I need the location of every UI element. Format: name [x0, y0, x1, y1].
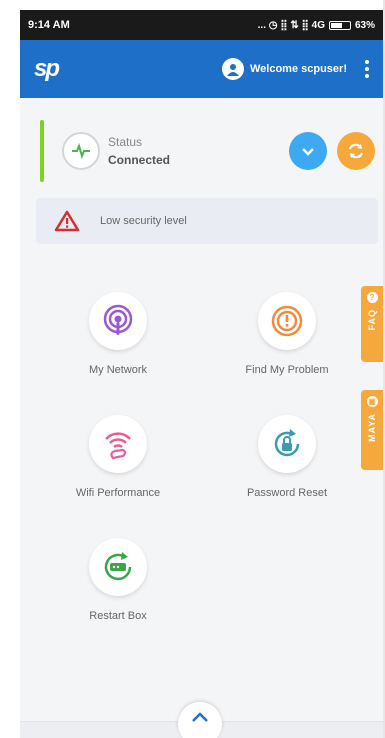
app-logo: sp	[34, 55, 60, 82]
faq-tab[interactable]: ? FAQ	[361, 286, 383, 362]
router-restart-icon	[104, 552, 132, 581]
question-icon: ?	[366, 292, 378, 303]
warning-icon	[54, 210, 80, 232]
status-value: Connected	[108, 153, 171, 167]
clock: 9:14 AM	[28, 19, 70, 31]
tile-label: Restart Box	[89, 610, 147, 622]
chat-icon: ▣	[366, 396, 378, 407]
tile-label: My Network	[88, 364, 148, 376]
wifi-performance-tile[interactable]: Wifi Performance	[48, 415, 188, 499]
tile-label: Wifi Performance	[75, 487, 161, 499]
status-label: Status	[108, 135, 143, 149]
system-status-bar: 9:14 AM ... ◷ ⣿ ⇅ ⣿ 4G 63%	[20, 10, 383, 40]
chevron-up-icon	[192, 712, 208, 722]
wifi-performance-icon-circle	[89, 415, 147, 473]
my-network-icon-circle	[89, 292, 147, 350]
chevron-down-icon	[302, 148, 314, 156]
restart-box-tile[interactable]: Restart Box	[48, 538, 188, 622]
restart-box-icon-circle	[89, 538, 147, 596]
search-alert-icon	[271, 305, 303, 337]
faq-label: FAQ	[367, 309, 377, 331]
expand-up-button[interactable]	[178, 702, 222, 738]
battery-icon	[328, 20, 351, 30]
tile-label: Password Reset	[246, 487, 328, 499]
warning-text: Low security level	[100, 215, 187, 227]
pulse-icon	[62, 132, 100, 170]
wifi-hand-icon	[105, 432, 131, 460]
find-my-problem-tile[interactable]: Find My Problem	[217, 292, 357, 376]
refresh-button[interactable]	[337, 132, 375, 170]
welcome-text: Welcome scpuser!	[249, 63, 347, 75]
maya-label: MAYA	[367, 413, 377, 442]
tile-label: Find My Problem	[245, 364, 329, 376]
lock-reset-icon	[274, 429, 300, 457]
password-reset-icon-circle	[258, 415, 316, 473]
signal-indicators: ... ◷ ⣿ ⇅ ⣿ 4G	[257, 19, 325, 31]
status-text: Status Connected	[108, 133, 170, 169]
status-indicators: ... ◷ ⣿ ⇅ ⣿ 4G 63%	[258, 20, 375, 31]
find-my-problem-icon-circle	[258, 292, 316, 350]
app-header: sp Welcome scpuser!	[20, 40, 383, 98]
device-bezel-left	[0, 0, 20, 738]
status-indicator-bar	[40, 120, 44, 182]
connection-status-card: Status Connected	[40, 120, 375, 182]
user-welcome[interactable]: Welcome scpuser!	[221, 58, 347, 80]
password-reset-tile[interactable]: Password Reset	[217, 415, 357, 499]
refresh-icon	[348, 143, 364, 159]
expand-button[interactable]	[289, 132, 327, 170]
battery-percent: 63%	[354, 19, 375, 31]
phone-screen: 9:14 AM ... ◷ ⣿ ⇅ ⣿ 4G 63% sp Welcome sc…	[20, 10, 383, 738]
avatar-icon	[221, 58, 244, 80]
maya-tab[interactable]: ▣ MAYA	[361, 390, 383, 470]
security-warning-banner[interactable]: Low security level	[36, 198, 378, 244]
podcast-icon	[103, 304, 133, 335]
battery-fill	[330, 22, 343, 28]
my-network-tile[interactable]: My Network	[48, 292, 188, 376]
overflow-menu-icon[interactable]	[361, 56, 373, 82]
